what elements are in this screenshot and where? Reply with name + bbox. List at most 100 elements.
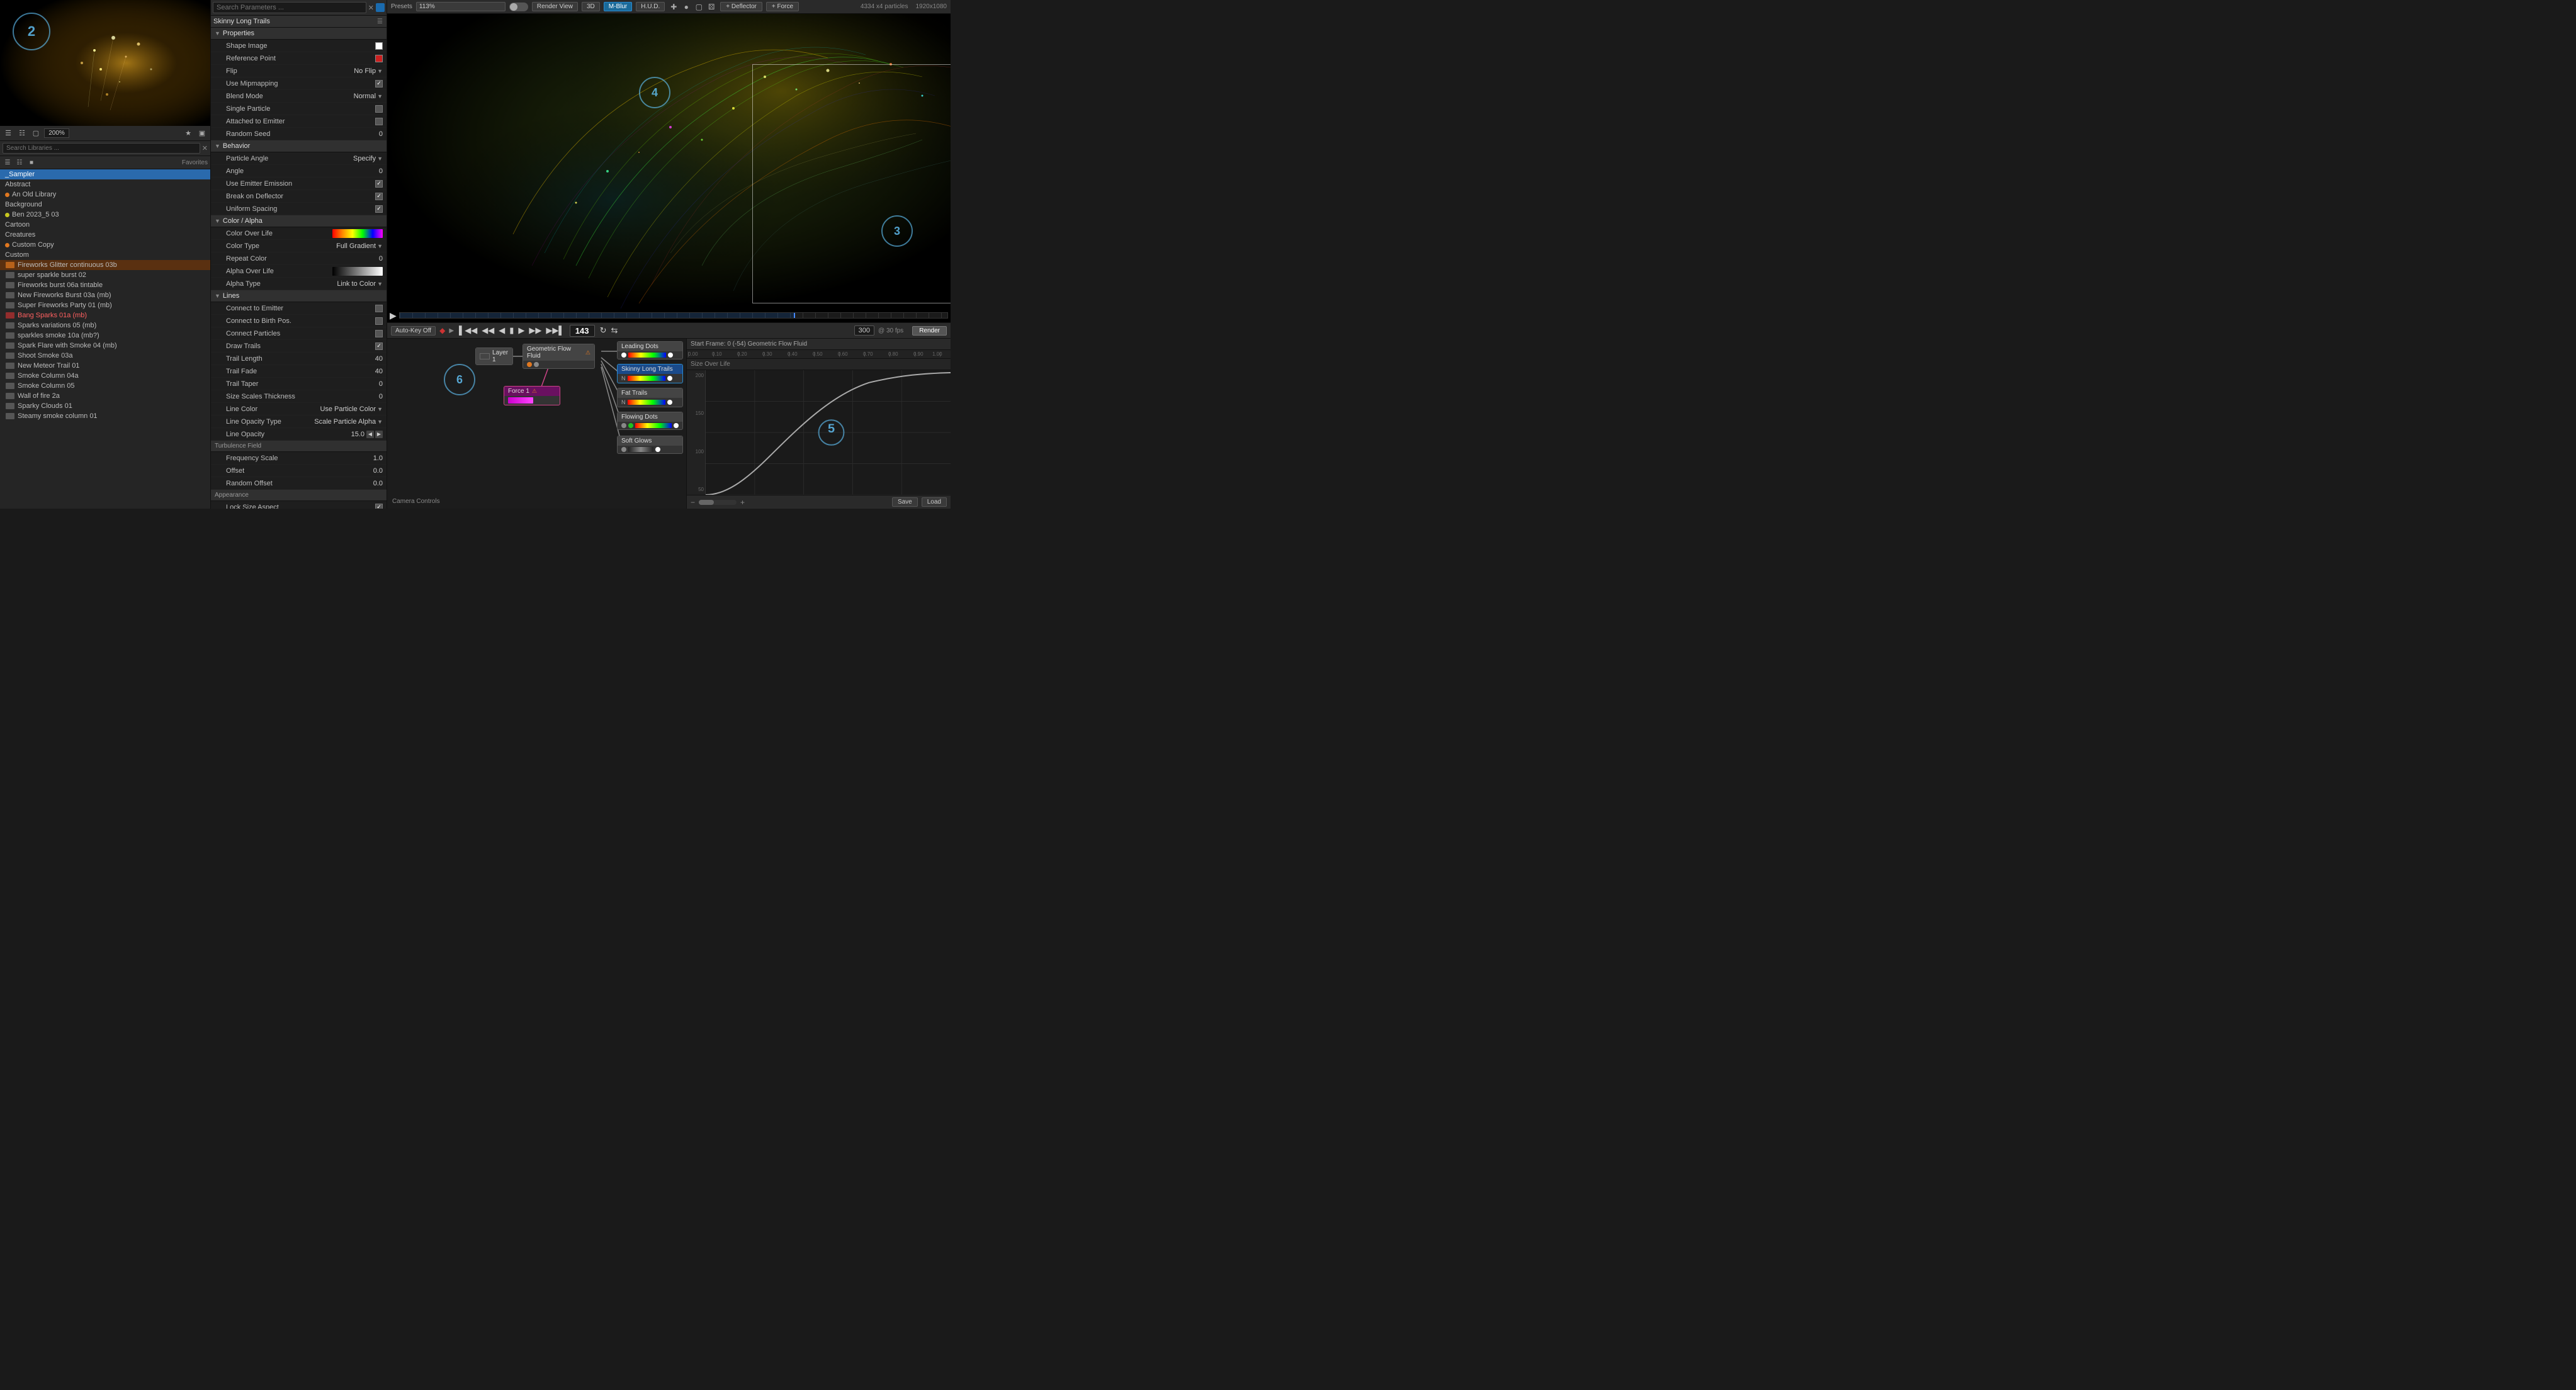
line-color-dropdown[interactable]: Use Particle Color ▼: [320, 405, 383, 413]
library-item-bang-sparks[interactable]: Bang Sparks 01a (mb): [0, 310, 210, 320]
section-appearance[interactable]: Appearance: [211, 490, 387, 501]
curve-canvas[interactable]: 5: [706, 370, 951, 495]
library-item-sampler[interactable]: _Sampler: [0, 169, 210, 179]
connect-particles-checkbox[interactable]: [375, 330, 383, 337]
library-item-sparky-clouds[interactable]: Sparky Clouds 01: [0, 401, 210, 411]
node-graph[interactable]: 6: [387, 339, 686, 509]
uniform-spacing-checkbox[interactable]: [375, 205, 383, 213]
library-item-an-old-library[interactable]: An Old Library: [0, 189, 210, 200]
node-geometric-flow[interactable]: Geometric Flow Fluid ⚠: [523, 344, 595, 369]
stop-btn[interactable]: ▮: [508, 325, 515, 336]
zoom-in-icon[interactable]: +: [740, 498, 745, 507]
alpha-type-dropdown[interactable]: Link to Color ▼: [337, 280, 383, 288]
library-item-creatures[interactable]: Creatures: [0, 230, 210, 240]
load-button[interactable]: Load: [922, 497, 947, 507]
list-view-icon[interactable]: ☰: [3, 157, 13, 167]
toggle-switch[interactable]: [509, 3, 528, 11]
library-item-super-sparkle[interactable]: super sparkle burst 02: [0, 270, 210, 280]
alpha-over-life-bar[interactable]: [332, 267, 383, 276]
library-item-custom[interactable]: Custom: [0, 250, 210, 260]
library-item-smoke-column-05[interactable]: Smoke Column 05: [0, 381, 210, 391]
search-clear-icon[interactable]: ✕: [202, 144, 208, 152]
menu-icon[interactable]: ☰: [3, 128, 14, 139]
library-item-smoke-column-04a[interactable]: Smoke Column 04a: [0, 371, 210, 381]
color-over-life-bar[interactable]: [332, 229, 383, 238]
force-button[interactable]: + Force: [766, 2, 799, 11]
library-item-abstract[interactable]: Abstract: [0, 179, 210, 189]
draw-trails-checkbox[interactable]: [375, 342, 383, 350]
view-icon[interactable]: ▢: [30, 128, 42, 139]
render-view-button[interactable]: Render View: [532, 2, 578, 11]
node-leading-dots[interactable]: Leading Dots: [617, 341, 683, 359]
autokey-diamond-icon[interactable]: ◆: [439, 326, 445, 335]
step-back-btn[interactable]: ◀: [497, 325, 506, 336]
bounce-icon[interactable]: ⇆: [610, 325, 619, 336]
nudge-right[interactable]: ▶: [375, 431, 383, 438]
favorites-label[interactable]: Favorites: [182, 159, 208, 166]
select-icon[interactable]: ▢: [694, 2, 704, 12]
reference-point-color[interactable]: [375, 55, 383, 62]
move-icon[interactable]: ✚: [669, 2, 679, 12]
particle-angle-dropdown[interactable]: Specify ▼: [353, 155, 383, 162]
3d-button[interactable]: 3D: [582, 2, 600, 11]
library-item-steamy-smoke[interactable]: Steamy smoke column 01: [0, 411, 210, 421]
library-item-super-fireworks[interactable]: Super Fireworks Party 01 (mb): [0, 300, 210, 310]
autokey-arrow-icon[interactable]: ▶: [449, 327, 454, 334]
shape-image-color[interactable]: [375, 42, 383, 50]
attached-emitter-checkbox[interactable]: [375, 118, 383, 125]
node-flowing-dots[interactable]: Flowing Dots: [617, 412, 683, 430]
params-blue-button[interactable]: [376, 3, 385, 12]
grid-view-icon[interactable]: ■: [26, 157, 37, 167]
rotate-icon[interactable]: ●: [681, 2, 691, 12]
zoom-out-icon[interactable]: −: [691, 498, 695, 507]
single-particle-checkbox[interactable]: [375, 105, 383, 113]
mipmapping-checkbox[interactable]: [375, 80, 383, 88]
color-type-dropdown[interactable]: Full Gradient ▼: [336, 242, 383, 250]
zoom-input[interactable]: [416, 2, 506, 11]
section-properties[interactable]: ▼ Properties: [211, 28, 387, 40]
library-item-shoot-smoke[interactable]: Shoot Smoke 03a: [0, 351, 210, 361]
node-skinny-long-trails[interactable]: Skinny Long Trails N: [617, 364, 683, 383]
nudge-left[interactable]: ◀: [366, 431, 374, 438]
section-turbulence[interactable]: Turbulence Field: [211, 441, 387, 452]
skip-start-btn[interactable]: ▌◀◀: [458, 325, 478, 336]
library-item-wall-of-fire[interactable]: Wall of fire 2a: [0, 391, 210, 401]
library-item-fireworks-glitter[interactable]: Fireworks Glitter continuous 03b: [0, 260, 210, 270]
blend-mode-dropdown[interactable]: Normal ▼: [354, 93, 383, 100]
node-layer1[interactable]: Layer 1: [475, 348, 513, 365]
node-soft-glows[interactable]: Soft Glows: [617, 436, 683, 454]
section-menu-icon[interactable]: ☰: [377, 18, 383, 25]
save-button[interactable]: Save: [892, 497, 918, 507]
globe-icon[interactable]: ⚄: [706, 2, 716, 12]
library-item-meteor-trail[interactable]: New Meteor Trail 01: [0, 361, 210, 371]
library-item-background[interactable]: Background: [0, 200, 210, 210]
deflector-button[interactable]: + Deflector: [720, 2, 762, 11]
render-button[interactable]: Render: [912, 326, 947, 336]
connect-emitter-checkbox[interactable]: [375, 305, 383, 312]
library-item-cartoon[interactable]: Cartoon: [0, 220, 210, 230]
library-item-sparks-variations[interactable]: Sparks variations 05 (mb): [0, 320, 210, 331]
section-behavior[interactable]: ▼ Behavior: [211, 140, 387, 152]
break-deflector-checkbox[interactable]: [375, 193, 383, 200]
frame-display[interactable]: 143: [570, 325, 595, 337]
autokey-button[interactable]: Auto-Key Off: [391, 326, 436, 336]
prev-frame-btn[interactable]: ◀◀: [480, 325, 495, 336]
detail-view-icon[interactable]: ☷: [14, 157, 25, 167]
library-item-fireworks-burst[interactable]: Fireworks burst 06a tintable: [0, 280, 210, 290]
curve-zoom-slider[interactable]: [699, 500, 737, 505]
play-forward-btn[interactable]: ▶▶: [528, 325, 543, 336]
node-force1[interactable]: Force 1 ⚠: [504, 386, 560, 405]
hud-button[interactable]: H.U.D.: [636, 2, 665, 11]
section-header-skinny[interactable]: Skinny Long Trails ☰: [211, 16, 387, 28]
section-color-alpha[interactable]: ▼ Color / Alpha: [211, 215, 387, 227]
star-icon[interactable]: ★: [183, 128, 194, 139]
play-btn[interactable]: ▶: [517, 325, 526, 336]
library-item-custom-copy[interactable]: Custom Copy: [0, 240, 210, 250]
skip-end-btn[interactable]: ▶▶▌: [545, 325, 565, 336]
lock-size-aspect-checkbox[interactable]: [375, 504, 383, 509]
params-search-input[interactable]: [213, 2, 366, 13]
params-search-clear-icon[interactable]: ✕: [368, 4, 374, 12]
library-item-new-fireworks[interactable]: New Fireworks Burst 03a (mb): [0, 290, 210, 300]
node-fat-trails[interactable]: Fat Trails N: [617, 388, 683, 407]
library-item-spark-flare[interactable]: Spark Flare with Smoke 04 (mb): [0, 341, 210, 351]
